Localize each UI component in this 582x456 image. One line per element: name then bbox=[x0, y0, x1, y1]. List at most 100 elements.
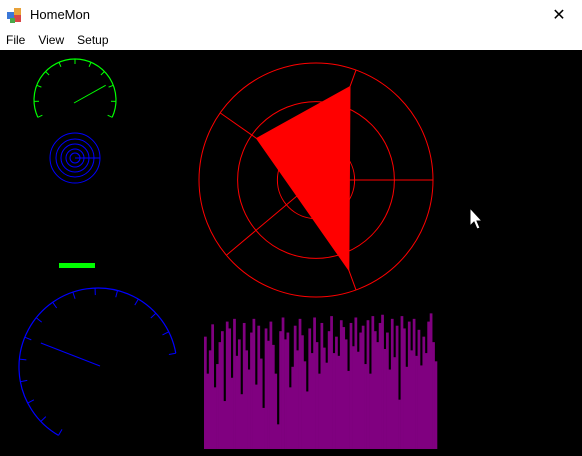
histogram-bar bbox=[301, 335, 304, 449]
large-gauge-tick bbox=[40, 416, 47, 422]
small-gauge-needle bbox=[73, 84, 106, 104]
menu-setup[interactable]: Setup bbox=[71, 30, 115, 50]
histogram-bar bbox=[267, 340, 270, 449]
histogram-bar bbox=[313, 317, 316, 449]
large-gauge-arc bbox=[18, 287, 177, 436]
histogram-bar bbox=[427, 321, 431, 449]
histogram-bar bbox=[405, 366, 409, 449]
histogram-bar bbox=[407, 321, 411, 449]
histogram-bar bbox=[296, 350, 299, 449]
histogram-bar bbox=[216, 364, 219, 449]
large-gauge-tick bbox=[52, 302, 58, 309]
histogram-bar bbox=[293, 325, 297, 449]
histogram-bar bbox=[269, 321, 273, 449]
histogram-bar bbox=[254, 384, 258, 449]
histogram-bar bbox=[393, 357, 397, 449]
large-gauge-tick bbox=[72, 291, 76, 299]
histogram-bar bbox=[335, 336, 338, 449]
large-gauge-tick bbox=[115, 290, 118, 298]
histogram-bar bbox=[330, 316, 333, 449]
histogram-bar bbox=[373, 331, 377, 449]
histogram-bar bbox=[286, 332, 290, 449]
histogram-bar bbox=[420, 365, 423, 449]
histogram-bar bbox=[259, 358, 263, 449]
histogram-bar bbox=[237, 339, 241, 449]
histogram-bar bbox=[349, 322, 353, 449]
histogram-bar bbox=[434, 361, 438, 449]
histogram-bar bbox=[318, 373, 321, 449]
histogram-bar bbox=[415, 355, 418, 449]
histogram-bar bbox=[240, 394, 244, 449]
histogram-bar bbox=[315, 342, 319, 449]
histogram-bar bbox=[279, 331, 282, 449]
histogram-bar bbox=[206, 373, 210, 449]
histogram-bar bbox=[381, 314, 384, 449]
histogram bbox=[204, 313, 438, 449]
small-gauge-arc bbox=[33, 58, 117, 118]
large-gauge-tick bbox=[162, 331, 169, 336]
small-gauge-tick bbox=[108, 84, 114, 88]
histogram-bar bbox=[388, 369, 392, 449]
histogram-bar bbox=[252, 318, 256, 449]
spiral-indicator bbox=[49, 132, 101, 184]
histogram-bar bbox=[354, 317, 358, 449]
histogram-bar bbox=[308, 328, 312, 449]
histogram-bar bbox=[288, 387, 292, 449]
histogram-bar bbox=[422, 336, 426, 449]
histogram-bar bbox=[281, 317, 285, 449]
histogram-bar bbox=[271, 344, 275, 449]
title-bar[interactable]: HomeMon ✕ bbox=[0, 0, 582, 30]
large-gauge-tick bbox=[35, 317, 43, 323]
histogram-bar bbox=[325, 362, 329, 449]
histogram-bar bbox=[364, 364, 367, 449]
large-gauge-tick bbox=[27, 399, 35, 404]
menu-view[interactable]: View bbox=[32, 30, 71, 50]
histogram-bar bbox=[361, 325, 365, 449]
histogram-bar bbox=[211, 324, 215, 449]
histogram-bar bbox=[230, 377, 234, 449]
histogram-bar bbox=[403, 328, 406, 449]
histogram-bar bbox=[257, 325, 261, 449]
histogram-bar bbox=[395, 325, 399, 449]
histogram-bar bbox=[233, 318, 236, 449]
histogram-bar bbox=[247, 369, 251, 449]
histogram-bar bbox=[339, 320, 343, 449]
close-icon: ✕ bbox=[552, 7, 566, 24]
small-gauge-tick bbox=[100, 71, 105, 76]
histogram-bar bbox=[220, 331, 224, 449]
close-button[interactable]: ✕ bbox=[536, 0, 582, 30]
histogram-bar bbox=[398, 399, 401, 449]
histogram-bar bbox=[204, 336, 207, 449]
histogram-bar bbox=[284, 339, 287, 449]
histogram-bar bbox=[376, 342, 380, 449]
histogram-bar bbox=[235, 355, 239, 449]
histogram-bar bbox=[369, 373, 372, 449]
histogram-bar bbox=[424, 353, 428, 449]
histogram-bar bbox=[378, 322, 382, 449]
histogram-bar bbox=[400, 316, 404, 449]
large-gauge-tick bbox=[150, 312, 157, 319]
large-gauge-tick bbox=[20, 379, 28, 383]
histogram-bar bbox=[410, 350, 414, 449]
window: HomeMon ✕ File View Setup bbox=[0, 0, 582, 456]
histogram-bar bbox=[303, 361, 307, 449]
histogram-bar bbox=[264, 328, 268, 449]
large-gauge-tick bbox=[24, 336, 32, 341]
histogram-bar bbox=[223, 401, 227, 449]
large-gauge-tick bbox=[19, 358, 27, 361]
small-gauge-tick bbox=[88, 62, 92, 68]
histogram-bar bbox=[344, 339, 348, 449]
histogram-bar bbox=[291, 366, 295, 449]
small-gauge-tick bbox=[37, 114, 43, 118]
histogram-bar bbox=[432, 342, 435, 449]
small-gauge-tick bbox=[45, 71, 50, 76]
menu-bar: File View Setup bbox=[0, 30, 582, 50]
histogram-bar bbox=[310, 353, 314, 449]
menu-file[interactable]: File bbox=[0, 30, 32, 50]
histogram-bar bbox=[242, 322, 246, 449]
small-gauge-tick bbox=[58, 62, 62, 68]
monitor-drawing bbox=[18, 58, 484, 449]
histogram-bar bbox=[412, 318, 416, 449]
histogram-bar bbox=[386, 332, 389, 449]
histogram-bar bbox=[276, 424, 280, 449]
